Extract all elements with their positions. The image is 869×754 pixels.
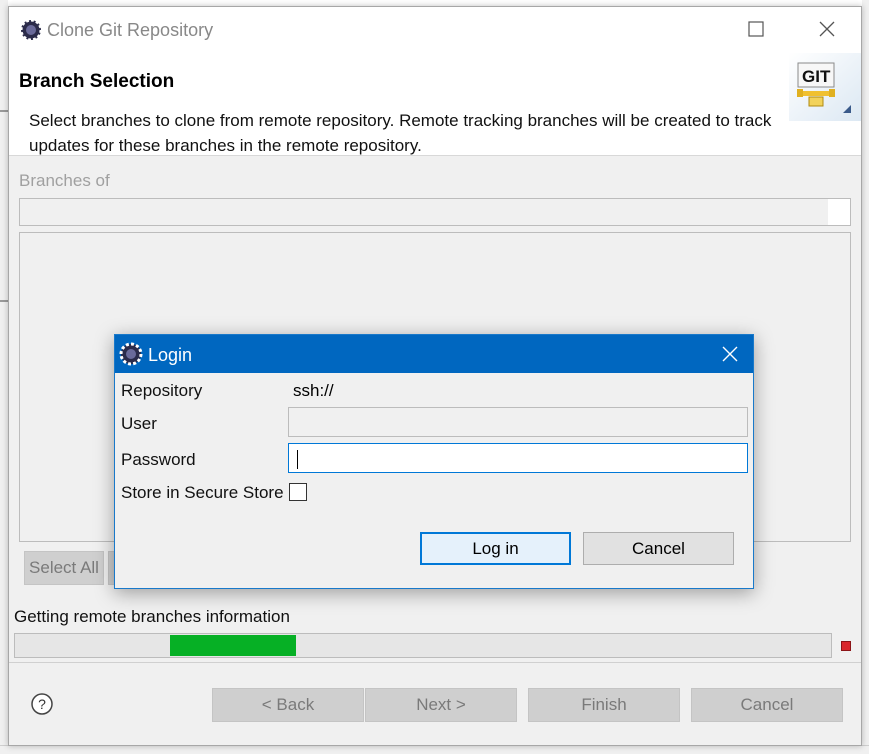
progress-fill (170, 635, 296, 656)
repository-value: ssh:// (293, 381, 334, 400)
maximize-icon (748, 21, 764, 37)
finish-button[interactable]: Finish (528, 688, 680, 722)
login-cancel-label: Cancel (632, 538, 685, 558)
login-close-button[interactable] (713, 339, 747, 369)
maximize-button[interactable] (736, 13, 776, 45)
select-all-label: Select All (29, 558, 99, 577)
branches-field-end (828, 199, 850, 225)
close-icon (722, 346, 738, 362)
branches-of-label: Branches of (19, 171, 110, 191)
branches-of-field (19, 198, 851, 226)
progress-label: Getting remote branches information (14, 607, 290, 626)
background-tick (0, 110, 8, 112)
window-title: Clone Git Repository (47, 20, 214, 40)
password-label: Password (121, 450, 196, 469)
log-in-button[interactable]: Log in (420, 532, 571, 565)
repository-label: Repository (121, 381, 203, 400)
window-titlebar: Clone Git Repository (9, 7, 861, 53)
page-title: Branch Selection (19, 71, 175, 92)
text-caret (297, 450, 298, 469)
progress-bar (14, 633, 832, 658)
close-button[interactable] (807, 13, 847, 45)
login-cancel-button[interactable]: Cancel (583, 532, 734, 565)
login-dialog: Login Repository ssh:// User Password St… (114, 334, 754, 589)
store-secure-checkbox[interactable] (289, 483, 307, 501)
user-label: User (121, 414, 157, 433)
help-icon[interactable]: ? (30, 692, 54, 716)
cancel-label: Cancel (740, 695, 794, 714)
log-in-label: Log in (472, 538, 519, 558)
next-button[interactable]: Next > (365, 688, 517, 722)
select-all-button[interactable]: Select All (24, 551, 104, 585)
git-logo: GIT (789, 53, 861, 121)
cancel-button[interactable]: Cancel (691, 688, 843, 722)
password-input[interactable] (288, 443, 748, 473)
back-label: < Back (261, 695, 315, 714)
close-icon (819, 21, 835, 37)
finish-label: Finish (581, 695, 627, 714)
background-bottom (0, 745, 869, 754)
svg-text:?: ? (38, 696, 46, 712)
branches-of-text: Branches of (19, 171, 110, 190)
eclipse-app-icon (19, 18, 43, 42)
wizard-header: Branch Selection Select branches to clon… (9, 53, 861, 156)
background-right (862, 0, 869, 754)
git-logo-text: GIT (802, 67, 831, 86)
minimize-button[interactable] (697, 13, 737, 45)
background-left (0, 0, 8, 754)
page-description: Select branches to clone from remote rep… (29, 111, 772, 155)
footer-separator (9, 662, 861, 663)
login-title: Login (148, 345, 193, 365)
user-input[interactable] (288, 407, 748, 437)
background-tick (0, 300, 8, 302)
stop-icon[interactable] (841, 641, 851, 651)
login-titlebar: Login (115, 335, 753, 373)
store-secure-label: Store in Secure Store (121, 483, 284, 502)
next-label: Next > (416, 695, 466, 714)
back-button[interactable]: < Back (212, 688, 364, 722)
eclipse-app-icon (119, 342, 143, 366)
